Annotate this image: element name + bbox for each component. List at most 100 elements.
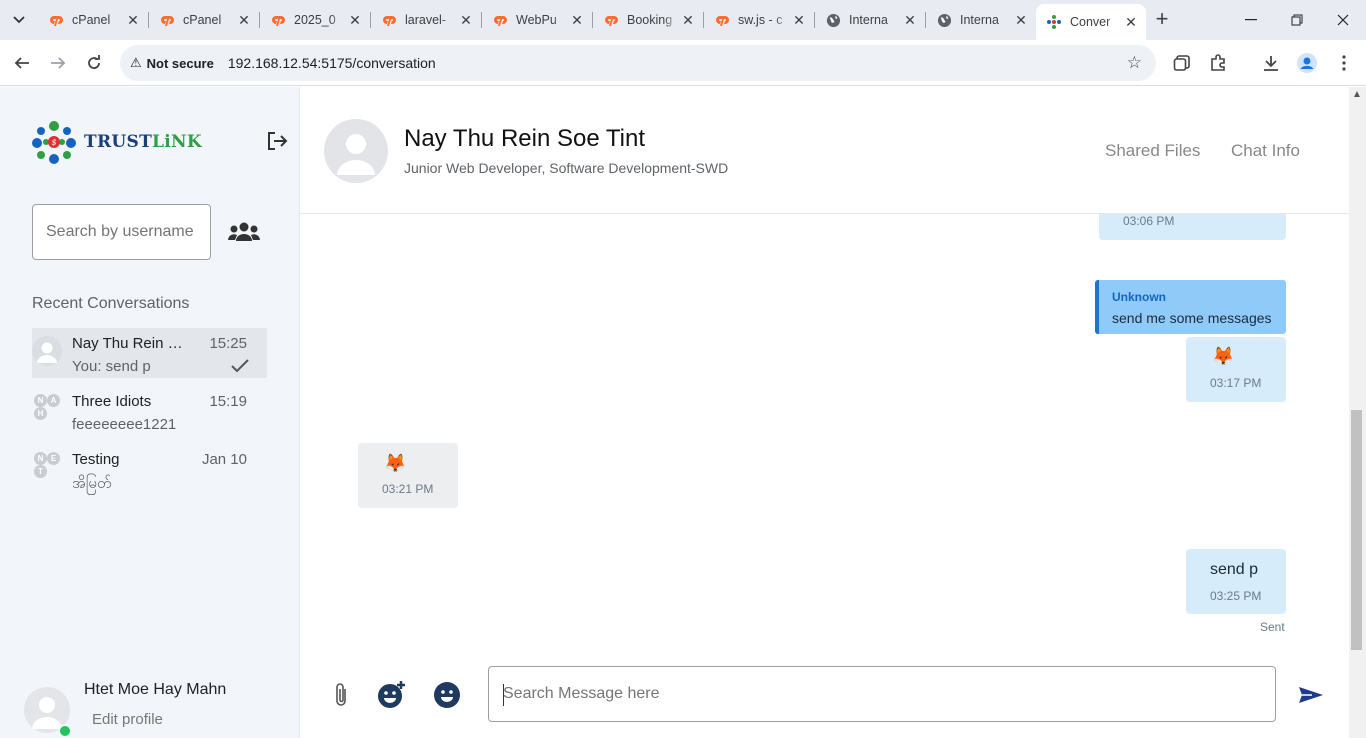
current-user-name: Htet Moe Hay Mahn <box>84 681 227 698</box>
globe-icon <box>936 12 952 28</box>
restore-icon <box>1291 14 1303 26</box>
arrow-right-icon <box>51 57 66 69</box>
security-chip[interactable]: ⚠ Not secure <box>130 55 214 71</box>
kebab-menu-icon[interactable] <box>1333 52 1355 74</box>
message-bubble-outgoing: 03:06 PM <box>1099 214 1286 240</box>
add-emoji-icon[interactable] <box>376 680 406 710</box>
emoji-icon[interactable] <box>432 680 462 710</box>
cpanel-icon <box>159 12 175 28</box>
message-composer <box>300 654 1349 738</box>
window-close-button[interactable] <box>1320 0 1366 40</box>
bookmark-star-icon[interactable]: ☆ <box>1127 53 1142 73</box>
tab-title: cPanel <box>183 13 222 27</box>
online-status-dot <box>58 724 72 738</box>
profile-icon[interactable] <box>1296 52 1318 74</box>
message-input-field[interactable] <box>488 666 1276 722</box>
browser-tab[interactable]: WebPu ✕ <box>482 6 592 34</box>
conversation-item[interactable]: N A H Three Idiots 15:19 feeeeeeee1221 <box>32 386 267 436</box>
warning-icon: ⚠ <box>130 55 142 70</box>
cpanel-icon <box>492 12 508 28</box>
member-avatar: N <box>34 394 47 407</box>
logout-icon[interactable] <box>266 131 292 153</box>
reload-icon <box>88 55 100 69</box>
forward-button[interactable] <box>43 48 73 78</box>
browser-tab-active[interactable]: Conver ✕ <box>1036 4 1146 40</box>
text-caret <box>503 684 504 706</box>
close-icon[interactable]: ✕ <box>1122 13 1140 31</box>
minimize-button[interactable] <box>1228 0 1274 40</box>
username-search-input[interactable] <box>33 205 210 259</box>
close-icon[interactable]: ✕ <box>1012 11 1030 29</box>
browser-tab[interactable]: laravel- ✕ <box>371 6 481 34</box>
browser-tab[interactable]: 2025_0 ✕ <box>260 6 370 34</box>
conversation-time: 15:19 <box>209 393 247 410</box>
conversation-item[interactable]: Nay Thu Rein S... 15:25 You: send p <box>32 328 267 378</box>
conversation-name: Nay Thu Rein S... <box>72 335 187 352</box>
close-icon[interactable]: ✕ <box>679 11 697 29</box>
group-avatar: N A H <box>32 394 62 424</box>
conversation-name: Testing <box>72 451 120 468</box>
group-icon[interactable] <box>228 221 260 243</box>
conversation-time: 15:25 <box>209 335 247 352</box>
scroll-up-arrow-icon[interactable]: ▲ <box>1352 89 1362 100</box>
close-icon[interactable]: ✕ <box>901 11 919 29</box>
download-icon[interactable] <box>1260 52 1282 74</box>
message-bubble-outgoing: send p 03:25 PM <box>1186 549 1286 614</box>
browser-tab[interactable]: Interna ✕ <box>926 6 1036 34</box>
close-icon[interactable]: ✕ <box>124 11 142 29</box>
close-icon[interactable]: ✕ <box>568 11 586 29</box>
message-time: 03:21 PM <box>382 482 434 496</box>
member-avatar: N <box>34 452 47 465</box>
tab-title: sw.js - c <box>738 13 783 27</box>
cpanel-icon <box>714 12 730 28</box>
browser-tab[interactable]: Interna ✕ <box>815 6 925 34</box>
contact-avatar[interactable] <box>324 119 388 183</box>
close-icon[interactable]: ✕ <box>457 11 475 29</box>
send-icon <box>1299 687 1323 703</box>
contact-name: Nay Thu Rein Soe Tint <box>404 125 646 152</box>
conversation-preview: feeeeeeee1221 <box>72 416 177 433</box>
chat-scrollbar[interactable]: ▲ <box>1349 87 1366 738</box>
conversation-item[interactable]: N E T Testing Jan 10 အိမြတ် <box>32 444 267 494</box>
chat-info-link[interactable]: Chat Info <box>1231 141 1300 161</box>
reload-button[interactable] <box>79 48 109 78</box>
reply-quote[interactable]: Unknown send me some messages <box>1095 280 1286 334</box>
chat-panel: Nay Thu Rein Soe Tint Junior Web Develop… <box>300 87 1349 738</box>
shared-files-link[interactable]: Shared Files <box>1105 141 1200 161</box>
member-avatar: H <box>34 407 47 420</box>
media-icon[interactable] <box>1171 52 1193 74</box>
extensions-icon[interactable] <box>1207 52 1229 74</box>
chevron-down-icon <box>13 16 25 24</box>
tab-title: Conver <box>1070 15 1111 29</box>
tab-title: Interna <box>849 13 888 27</box>
browser-tab[interactable]: Booking ✕ <box>593 6 703 34</box>
conversation-preview: You: send p <box>72 358 151 375</box>
message-time: 03:06 PM <box>1123 214 1175 228</box>
url-text[interactable]: 192.168.12.54:5175/conversation <box>228 55 436 71</box>
message-input[interactable] <box>489 667 1275 721</box>
edit-profile-link[interactable]: Edit profile <box>92 711 163 728</box>
scrollbar-thumb[interactable] <box>1351 410 1362 650</box>
browser-tab[interactable]: cPanel ✕ <box>149 6 259 34</box>
username-search-field[interactable] <box>32 204 211 260</box>
close-icon[interactable]: ✕ <box>346 11 364 29</box>
address-bar[interactable]: ⚠ Not secure 192.168.12.54:5175/conversa… <box>120 45 1156 81</box>
browser-tab[interactable]: sw.js - c ✕ <box>704 6 814 34</box>
back-button[interactable] <box>7 48 37 78</box>
avatar <box>32 336 62 366</box>
close-icon[interactable]: ✕ <box>790 11 808 29</box>
close-icon[interactable]: ✕ <box>235 11 253 29</box>
message-list: 03:06 PM Unknown send me some messages 🦊… <box>300 214 1349 654</box>
security-label: Not secure <box>146 55 214 71</box>
browser-tab[interactable]: cPanel ✕ <box>38 6 148 34</box>
app-logo: $ TRUSTLiNK <box>32 120 202 164</box>
attachment-icon[interactable] <box>326 680 356 710</box>
new-tab-button[interactable]: + <box>1150 8 1174 32</box>
restore-button[interactable] <box>1274 0 1320 40</box>
current-user-panel: Htet Moe Hay Mahn Edit profile <box>0 672 300 738</box>
send-button[interactable] <box>1296 680 1326 710</box>
tab-title: WebPu <box>516 13 557 27</box>
cpanel-icon <box>603 12 619 28</box>
tab-search-button[interactable] <box>6 8 32 32</box>
logo-text: TRUSTLiNK <box>84 132 202 152</box>
